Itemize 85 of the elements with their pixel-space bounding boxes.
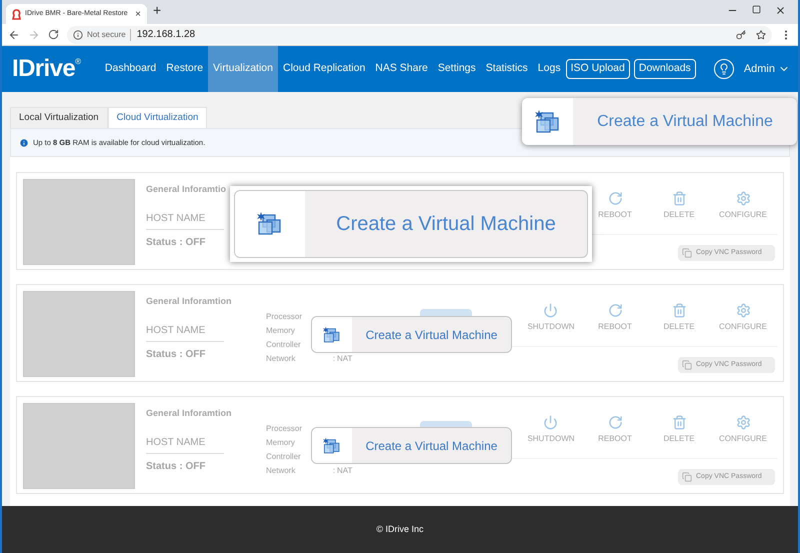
- vm-status: Status : OFF: [146, 348, 206, 362]
- reboot-action[interactable]: REBOOT: [598, 415, 632, 445]
- spec-label: Controller: [266, 451, 302, 462]
- vm-status: Status : OFF: [146, 236, 206, 250]
- refresh-icon: [608, 303, 622, 318]
- user-menu[interactable]: Admin: [744, 60, 790, 78]
- spec-label: Processor: [266, 423, 304, 434]
- logo-registered-mark: ®: [75, 56, 82, 68]
- nav-link[interactable]: Cloud Replication: [278, 46, 370, 92]
- refresh-icon: [608, 191, 622, 206]
- shutdown-action[interactable]: SHUTDOWN: [527, 415, 575, 445]
- configure-action[interactable]: CONFIGURE: [719, 191, 767, 221]
- view-tab[interactable]: Cloud Virtualization: [108, 107, 208, 128]
- nav-link[interactable]: NAS Share: [370, 46, 433, 92]
- trash-icon: [672, 303, 686, 318]
- info-icon: [73, 30, 83, 40]
- info-icon: [19, 138, 29, 148]
- back-icon[interactable]: [8, 28, 20, 40]
- nav-link[interactable]: Restore: [161, 46, 208, 92]
- spec-separator: :: [333, 353, 336, 364]
- virtual-machine-icon: [257, 211, 283, 237]
- virtual-machine-icon: [323, 326, 341, 344]
- shutdown-action[interactable]: SHUTDOWN: [527, 303, 575, 333]
- host-name-field[interactable]: HOST NAME: [146, 210, 224, 230]
- reboot-action[interactable]: REBOOT: [598, 303, 632, 333]
- power-icon: [543, 415, 558, 430]
- section-heading: General Inforamtio: [146, 183, 228, 196]
- nav-link[interactable]: Statistics: [480, 46, 533, 92]
- new-tab-button[interactable]: +: [153, 0, 162, 21]
- virtual-machine-icon: [323, 436, 341, 454]
- section-heading: General Inforamtion: [146, 407, 233, 420]
- copy-icon: [682, 360, 692, 370]
- virtual-machine-icon: [534, 108, 560, 134]
- delete-action[interactable]: DELETE: [663, 191, 695, 221]
- copy-icon: [682, 248, 692, 258]
- create-vm-button[interactable]: Create a Virtual Machine: [311, 316, 512, 353]
- view-tab[interactable]: Local Virtualization: [10, 107, 108, 128]
- refresh-icon: [608, 415, 622, 430]
- security-label: Not secure: [87, 28, 131, 40]
- nav-link[interactable]: Virtualization: [208, 46, 278, 92]
- reboot-action[interactable]: REBOOT: [598, 191, 632, 221]
- url-text: 192.168.1.28: [136, 28, 196, 42]
- nav-link[interactable]: Settings: [432, 46, 481, 92]
- gear-icon: [736, 191, 750, 206]
- power-icon: [543, 303, 558, 318]
- configure-action[interactable]: CONFIGURE: [719, 303, 767, 333]
- help-bulb-icon[interactable]: [714, 59, 734, 79]
- header-button[interactable]: Downloads: [634, 59, 696, 79]
- trash-icon: [672, 415, 686, 430]
- create-vm-button[interactable]: Create a Virtual Machine: [311, 427, 512, 464]
- trash-icon: [672, 191, 686, 206]
- spec-label: Network: [266, 353, 296, 364]
- app-favicon: [12, 8, 21, 20]
- vm-status: Status : OFF: [146, 460, 206, 474]
- spec-separator: :: [333, 465, 336, 476]
- spec-label: Memory: [266, 325, 296, 336]
- spec-label: Memory: [266, 437, 296, 448]
- header-button[interactable]: ISO Upload: [566, 59, 630, 79]
- configure-action[interactable]: CONFIGURE: [719, 415, 767, 445]
- spec-label: Network: [266, 465, 296, 476]
- footer-text: © IDrive Inc: [376, 522, 424, 536]
- copy-icon: [682, 472, 692, 482]
- create-vm-button[interactable]: Create a Virtual Machine: [522, 98, 797, 145]
- key-icon[interactable]: [736, 30, 746, 40]
- nav-link[interactable]: Dashboard: [100, 46, 162, 92]
- nav-link[interactable]: Logs: [532, 46, 566, 92]
- bookmark-star-icon[interactable]: [756, 30, 766, 40]
- address-bar[interactable]: Not secure 192.168.1.28: [67, 26, 772, 44]
- spec-label: Controller: [266, 339, 302, 350]
- gear-icon: [736, 303, 750, 318]
- reload-icon[interactable]: [48, 29, 59, 40]
- maximize-icon[interactable]: [752, 5, 761, 14]
- delete-action[interactable]: DELETE: [663, 303, 695, 333]
- tab-close[interactable]: ×: [135, 6, 141, 22]
- create-vm-button[interactable]: Create a Virtual Machine: [234, 190, 588, 258]
- spec-value: NAT: [337, 353, 352, 364]
- section-heading: General Inforamtion: [146, 295, 233, 308]
- spec-value: NAT: [337, 465, 352, 476]
- logo-text: IDrive: [12, 54, 76, 84]
- delete-action[interactable]: DELETE: [663, 415, 695, 445]
- host-name-field[interactable]: HOST NAME: [146, 434, 224, 454]
- spec-label: Processor: [266, 311, 304, 322]
- host-name-field[interactable]: HOST NAME: [146, 322, 224, 342]
- close-icon[interactable]: [775, 5, 786, 16]
- gear-icon: [736, 415, 750, 430]
